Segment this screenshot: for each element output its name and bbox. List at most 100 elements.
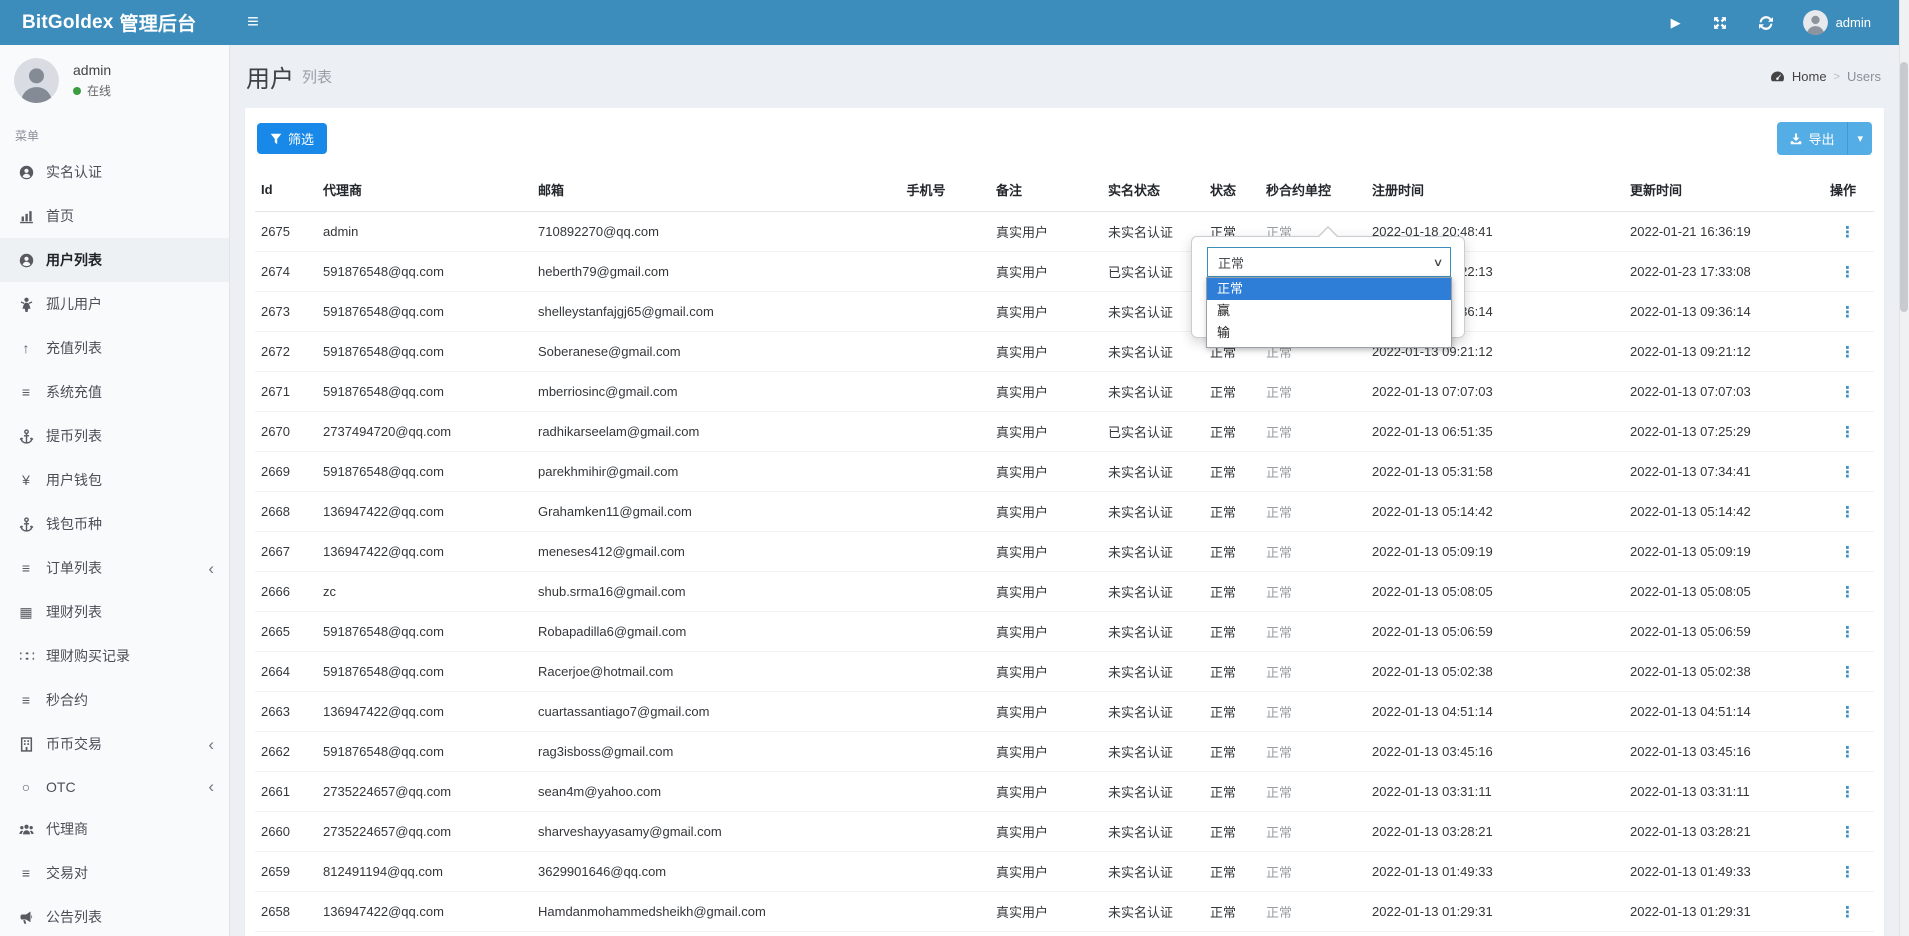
row-actions-button[interactable]: ⋮ xyxy=(1830,864,1865,881)
select-option-正常[interactable]: 正常 xyxy=(1207,278,1451,300)
sidebar-item-秒合约[interactable]: ≡秒合约 xyxy=(0,678,229,722)
cell-contract-control[interactable]: 正常 xyxy=(1260,612,1366,652)
bullhorn-icon xyxy=(15,910,37,925)
navbar-actions: ▶ admin xyxy=(1655,0,1885,45)
sidebar-item-充值列表[interactable]: ↑充值列表 xyxy=(0,326,229,370)
cell-email: sharveshayyasamy@gmail.com xyxy=(532,812,862,852)
column-header-秒合约单控: 秒合约单控 xyxy=(1260,169,1366,212)
sidebar-item-理财列表[interactable]: ▦理财列表 xyxy=(0,590,229,634)
sidebar-item-孤儿用户[interactable]: 孤儿用户 xyxy=(0,282,229,326)
row-actions-button[interactable]: ⋮ xyxy=(1830,744,1865,761)
cell-contract-control[interactable]: 正常 xyxy=(1260,732,1366,772)
cell-id: 2675 xyxy=(255,212,317,252)
cell-status: 正常 xyxy=(1204,412,1260,452)
cell-updated-at: 2022-01-13 05:08:05 xyxy=(1624,572,1824,612)
cell-contract-control[interactable]: 正常 xyxy=(1260,772,1366,812)
cell-actions: ⋮ xyxy=(1824,732,1874,772)
row-actions-button[interactable]: ⋮ xyxy=(1830,904,1865,921)
sidebar-item-提币列表[interactable]: 提币列表 xyxy=(0,414,229,458)
cell-note: 真实用户 xyxy=(990,212,1102,252)
cell-contract-control[interactable]: 正常 xyxy=(1260,452,1366,492)
row-actions-button[interactable]: ⋮ xyxy=(1830,584,1865,601)
row-actions-button[interactable]: ⋮ xyxy=(1830,224,1865,241)
sidebar-item-理财购买记录[interactable]: ∷∷理财购买记录 xyxy=(0,634,229,678)
sidebar-item-用户钱包[interactable]: ¥用户钱包 xyxy=(0,458,229,502)
row-actions-button[interactable]: ⋮ xyxy=(1830,424,1865,441)
sidebar-toggle-button[interactable]: ≡ xyxy=(230,0,276,45)
fullscreen-button[interactable] xyxy=(1697,0,1743,45)
row-actions-button[interactable]: ⋮ xyxy=(1830,504,1865,521)
play-button[interactable]: ▶ xyxy=(1655,0,1697,45)
cell-note: 真实用户 xyxy=(990,732,1102,772)
refresh-button[interactable] xyxy=(1743,0,1789,45)
cell-contract-control[interactable]: 正常 xyxy=(1260,412,1366,452)
row-actions-button[interactable]: ⋮ xyxy=(1830,264,1865,281)
cell-contract-control[interactable]: 正常 xyxy=(1260,572,1366,612)
row-actions-button[interactable]: ⋮ xyxy=(1830,304,1865,321)
breadcrumb-home-link[interactable]: Home xyxy=(1792,69,1827,84)
cell-note: 真实用户 xyxy=(990,452,1102,492)
cell-contract-control[interactable]: 正常 xyxy=(1260,812,1366,852)
cell-email: sean4m@yahoo.com xyxy=(532,772,862,812)
cell-created-at: 2022-01-13 06:51:35 xyxy=(1366,412,1624,452)
sidebar-item-币币交易[interactable]: 币币交易‹ xyxy=(0,722,229,766)
row-actions-button[interactable]: ⋮ xyxy=(1830,624,1865,641)
navbar-user-menu[interactable]: admin xyxy=(1789,0,1885,45)
cell-contract-control[interactable]: 正常 xyxy=(1260,372,1366,412)
page-subtitle: 列表 xyxy=(302,66,332,87)
column-header-邮箱: 邮箱 xyxy=(532,169,862,212)
cell-email: Racerjoe@hotmail.com xyxy=(532,652,862,692)
cell-contract-control[interactable]: 正常 xyxy=(1260,652,1366,692)
sidebar-item-公告列表[interactable]: 公告列表 xyxy=(0,895,229,936)
cell-contract-control[interactable]: 正常 xyxy=(1260,852,1366,892)
sidebar-item-钱包币种[interactable]: 钱包币种 xyxy=(0,502,229,546)
cell-phone xyxy=(862,772,990,812)
cell-note: 真实用户 xyxy=(990,692,1102,732)
row-actions-button[interactable]: ⋮ xyxy=(1830,464,1865,481)
cell-contract-control[interactable]: 正常 xyxy=(1260,492,1366,532)
cell-contract-control[interactable]: 正常 xyxy=(1260,932,1366,936)
select-option-list: 正常赢输 xyxy=(1206,277,1452,348)
sidebar-item-OTC[interactable]: ○OTC‹ xyxy=(0,766,229,807)
row-actions-button[interactable]: ⋮ xyxy=(1830,344,1865,361)
cell-status: 正常 xyxy=(1204,452,1260,492)
sidebar-item-交易对[interactable]: ≡交易对 xyxy=(0,851,229,895)
filter-button[interactable]: 筛选 xyxy=(257,123,327,154)
chevron-down-icon: ∨ xyxy=(1433,256,1444,269)
export-button[interactable]: 导出 xyxy=(1777,122,1847,155)
cell-contract-control[interactable]: 正常 xyxy=(1260,892,1366,932)
refresh-icon xyxy=(1759,16,1773,30)
brand-logo[interactable]: BitGoldex 管理后台 xyxy=(0,0,230,45)
cell-email: heberth79@gmail.com xyxy=(532,252,862,292)
cell-email: Hamdanmohammedsheikh@gmail.com xyxy=(532,892,862,932)
vertical-scrollbar[interactable] xyxy=(1899,0,1909,936)
order-control-select[interactable]: 正常 ∨ xyxy=(1207,247,1451,277)
select-option-赢[interactable]: 赢 xyxy=(1207,300,1451,322)
cell-phone xyxy=(862,532,990,572)
sidebar-item-订单列表[interactable]: ≡订单列表‹ xyxy=(0,546,229,590)
sidebar-item-用户列表[interactable]: 用户列表 xyxy=(0,238,229,282)
select-option-输[interactable]: 输 xyxy=(1207,322,1451,344)
export-dropdown-toggle[interactable]: ▾ xyxy=(1847,122,1872,155)
cell-contract-control[interactable]: 正常 xyxy=(1260,692,1366,732)
scrollbar-thumb[interactable] xyxy=(1900,62,1908,312)
cell-created-at: 2022-01-13 05:31:58 xyxy=(1366,452,1624,492)
cell-updated-at: 2022-01-13 05:14:42 xyxy=(1624,492,1824,532)
row-actions-button[interactable]: ⋮ xyxy=(1830,384,1865,401)
table-row: 2663136947422@qq.comcuartassantiago7@gma… xyxy=(255,692,1874,732)
sidebar-item-实名认证[interactable]: 实名认证 xyxy=(0,150,229,194)
sidebar-item-代理商[interactable]: 代理商 xyxy=(0,807,229,851)
cell-phone xyxy=(862,652,990,692)
cell-contract-control[interactable]: 正常 xyxy=(1260,532,1366,572)
cell-actions: ⋮ xyxy=(1824,652,1874,692)
row-actions-button[interactable]: ⋮ xyxy=(1830,784,1865,801)
sidebar-item-首页[interactable]: 首页 xyxy=(0,194,229,238)
row-actions-button[interactable]: ⋮ xyxy=(1830,824,1865,841)
row-actions-button[interactable]: ⋮ xyxy=(1830,544,1865,561)
sidebar-item-系统充值[interactable]: ≡系统充值 xyxy=(0,370,229,414)
row-actions-button[interactable]: ⋮ xyxy=(1830,704,1865,721)
table-row: 2664591876548@qq.comRacerjoe@hotmail.com… xyxy=(255,652,1874,692)
row-actions-button[interactable]: ⋮ xyxy=(1830,664,1865,681)
cell-email: parekhmihir@gmail.com xyxy=(532,452,862,492)
cell-email: mberriosinc@gmail.com xyxy=(532,372,862,412)
